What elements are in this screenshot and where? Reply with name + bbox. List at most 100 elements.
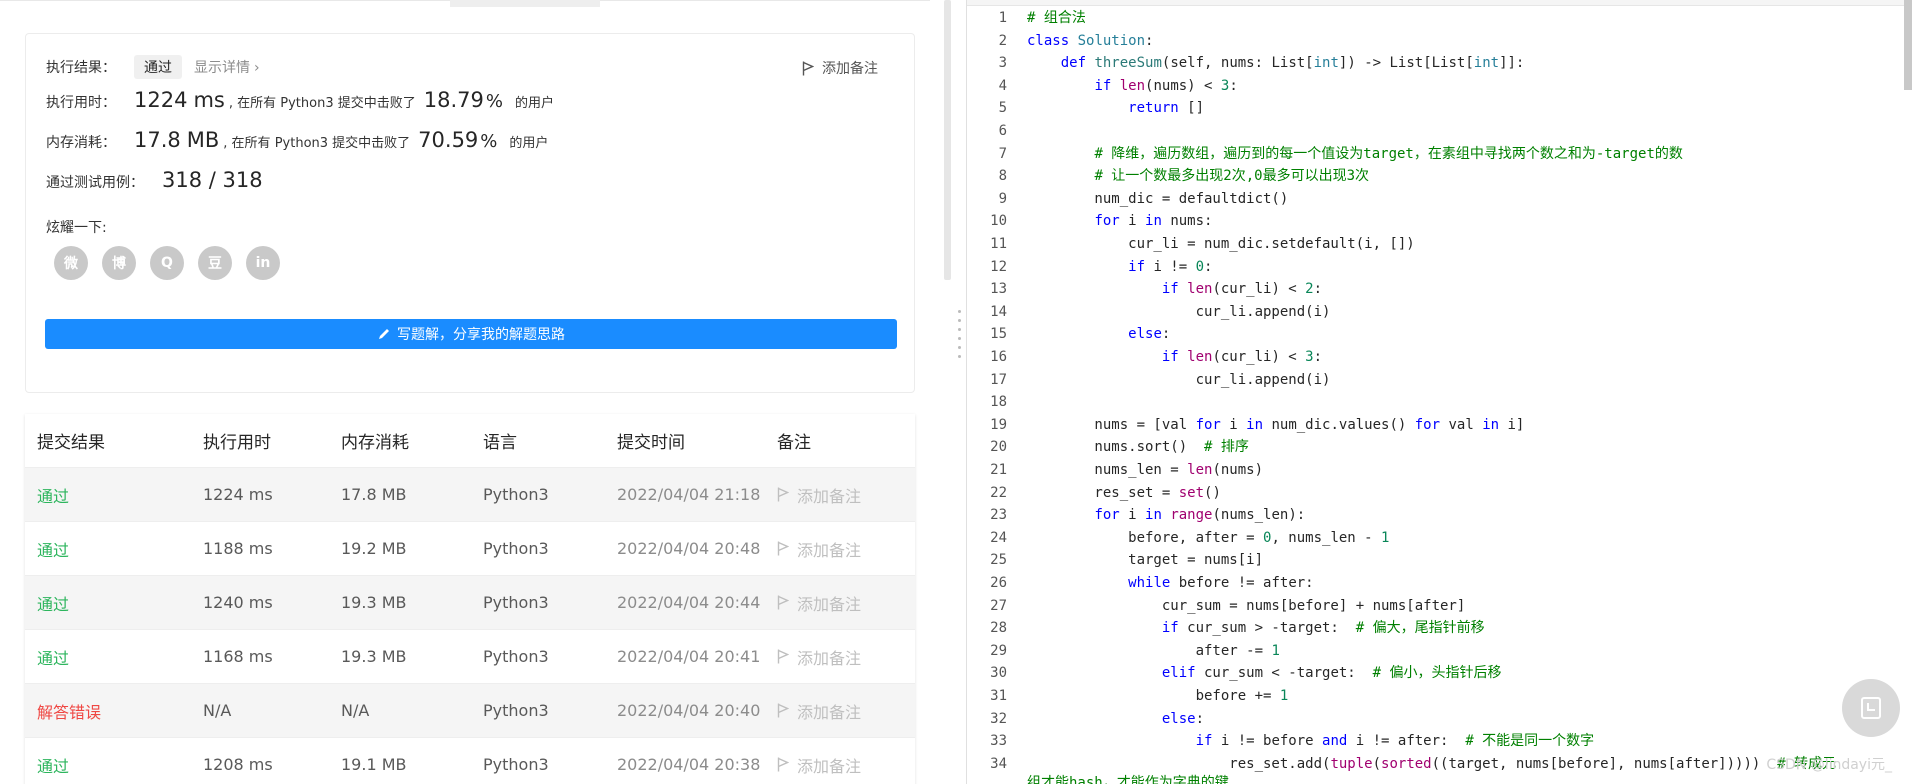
line-number: 4 xyxy=(998,77,1007,94)
code-text: res_set = set() xyxy=(1027,484,1221,501)
code-line[interactable]: 12 if i != 0: xyxy=(967,256,1912,279)
code-line[interactable]: 20 nums.sort() # 排序 xyxy=(967,436,1912,459)
code-text: nums = [val for i in num_dic.values() fo… xyxy=(1027,416,1525,433)
code-line[interactable]: 10 for i in nums: xyxy=(967,210,1912,233)
flag-icon xyxy=(777,541,789,556)
add-note-cell[interactable]: 添加备注 xyxy=(777,483,915,507)
line-number: 20 xyxy=(990,439,1007,456)
code-line[interactable]: 1 # 组合法 xyxy=(967,7,1912,30)
language-cell: Python3 xyxy=(483,647,549,666)
submission-status-link[interactable]: 通过 xyxy=(25,645,203,669)
code-text: cur_li.append(i) xyxy=(1027,371,1331,388)
code-line[interactable]: 29 after -= 1 xyxy=(967,640,1912,663)
flag-icon xyxy=(777,487,789,502)
flag-icon xyxy=(777,757,789,772)
code-line[interactable]: 18 xyxy=(967,391,1912,414)
code-line[interactable]: 30 elif cur_sum < -target: # 偏小，头指针后移 xyxy=(967,662,1912,685)
code-editor[interactable]: 1 # 组合法 2 class Solution: 3 def threeSum(sel… xyxy=(967,0,1912,784)
memory-label: 内存消耗： xyxy=(46,135,116,151)
line-number: 23 xyxy=(990,507,1007,524)
add-note-cell[interactable]: 添加备注 xyxy=(777,645,915,669)
code-text: while before != after: xyxy=(1128,575,1314,591)
code-line[interactable]: 5 return [] xyxy=(967,97,1912,120)
chevron-right-icon[interactable]: › xyxy=(254,60,260,76)
language-cell: Python3 xyxy=(483,701,549,720)
line-number: 14 xyxy=(990,303,1007,320)
code-line[interactable]: 6 xyxy=(967,120,1912,143)
code-line[interactable]: 17 cur_li.append(i) xyxy=(967,369,1912,392)
submit-time-cell: 2022/04/04 20:38 xyxy=(617,755,761,774)
code-line[interactable]: 28 if cur_sum > -target: # 偏大，尾指针前移 xyxy=(967,617,1912,640)
table-row[interactable]: 解答错误 N/A N/A Python3 2022/04/04 20:40 添加备注 xyxy=(25,684,915,738)
add-note-cell[interactable]: 添加备注 xyxy=(777,699,915,723)
submission-status-link[interactable]: 通过 xyxy=(25,753,203,777)
code-text: if cur_sum > -target: # 偏大，尾指针前移 xyxy=(1161,620,1485,637)
memory-cell: 17.8 MB xyxy=(341,485,407,504)
code-line[interactable]: 8 # 让一个数最多出现2次,0最多可以出现3次 xyxy=(967,165,1912,188)
code-line[interactable]: 19 nums = [val for i in num_dic.values()… xyxy=(967,414,1912,437)
table-row[interactable]: 通过 1208 ms 19.1 MB Python3 2022/04/04 20:38 添… xyxy=(25,738,915,784)
add-note-cell[interactable]: 添加备注 xyxy=(777,591,915,615)
code-text: cur_li.append(i) xyxy=(1027,303,1331,320)
code-text: # 降维，遍历数组，遍历到的每一个值设为target，在素组中寻找两个数之和为-… xyxy=(1094,145,1683,162)
editor-scrollbar[interactable] xyxy=(1904,0,1912,90)
tests-label: 通过测试用例： xyxy=(46,175,144,191)
line-number: 27 xyxy=(990,597,1007,614)
code-line[interactable]: 13 if len(cur_li) < 2: xyxy=(967,278,1912,301)
memory-cell: N/A xyxy=(341,701,370,720)
code-line[interactable]: 31 before += 1 xyxy=(967,685,1912,708)
left-scrollbar[interactable] xyxy=(944,0,951,280)
write-solution-button[interactable]: 写题解，分享我的解题思路 xyxy=(45,319,897,349)
code-line[interactable]: 15 else: xyxy=(967,323,1912,346)
qq-icon[interactable]: Q xyxy=(150,246,184,280)
submission-status-link[interactable]: 通过 xyxy=(25,483,203,507)
table-body: 通过 1224 ms 17.8 MB Python3 2022/04/04 21:18 添… xyxy=(25,468,915,784)
code-text: nums_len = len(nums) xyxy=(1027,462,1264,478)
code-line[interactable]: 24 before, after = 0, nums_len - 1 xyxy=(967,527,1912,550)
add-note-label: 添加备注 xyxy=(797,756,862,776)
table-row[interactable]: 通过 1188 ms 19.2 MB Python3 2022/04/04 20:48 添… xyxy=(25,522,915,576)
table-row[interactable]: 通过 1240 ms 19.3 MB Python3 2022/04/04 20:44 添… xyxy=(25,576,915,630)
runtime-row: 执行用时： 1224 ms , 在所有 Python3 提交中击败了 18.79… xyxy=(46,88,554,112)
code-line[interactable]: 25 target = nums[i] xyxy=(967,549,1912,572)
active-tab-indicator[interactable] xyxy=(450,0,600,7)
code-line[interactable]: 2 class Solution: xyxy=(967,30,1912,53)
code-line[interactable]: 7 # 降维，遍历数组，遍历到的每一个值设为target，在素组中寻找两个数之和… xyxy=(967,143,1912,166)
line-number: 29 xyxy=(990,642,1007,659)
line-number: 28 xyxy=(990,620,1007,637)
flag-icon xyxy=(777,703,789,718)
notebook-button[interactable] xyxy=(1842,679,1900,737)
code-text: nums.sort() # 排序 xyxy=(1027,439,1249,456)
code-line[interactable]: 11 cur_li = num_dic.setdefault(i, []) xyxy=(967,233,1912,256)
line-number: 34 xyxy=(990,755,1007,772)
code-line[interactable]: 23 for i in range(nums_len): xyxy=(967,504,1912,527)
add-note-cell[interactable]: 添加备注 xyxy=(777,537,915,561)
line-number: 1 xyxy=(998,10,1007,26)
code-line[interactable]: 14 cur_li.append(i) xyxy=(967,301,1912,324)
submission-status-link[interactable]: 解答错误 xyxy=(25,699,203,723)
linkedin-icon[interactable]: in xyxy=(246,246,280,280)
line-number: 6 xyxy=(998,123,1007,139)
show-details-link[interactable]: 显示详情 xyxy=(194,57,250,77)
code-line[interactable]: 4 if len(nums) < 3: xyxy=(967,75,1912,98)
table-row[interactable]: 通过 1168 ms 19.3 MB Python3 2022/04/04 20:41 添… xyxy=(25,630,915,684)
wechat-icon[interactable]: 微 xyxy=(54,246,88,280)
code-line[interactable]: 22 res_set = set() xyxy=(967,482,1912,505)
code-line[interactable]: 21 nums_len = len(nums) xyxy=(967,459,1912,482)
tests-row: 通过测试用例： 318 / 318 xyxy=(46,168,263,192)
table-row[interactable]: 通过 1224 ms 17.8 MB Python3 2022/04/04 21:18 添… xyxy=(25,468,915,522)
weibo-icon[interactable]: 博 xyxy=(102,246,136,280)
code-line[interactable]: 16 if len(cur_li) < 3: xyxy=(967,346,1912,369)
code-line[interactable]: 9 num_dic = defaultdict() xyxy=(967,188,1912,211)
add-note-button[interactable]: 添加备注 xyxy=(802,58,878,78)
add-note-cell[interactable]: 添加备注 xyxy=(777,753,915,777)
submission-status-link[interactable]: 通过 xyxy=(25,537,203,561)
code-line[interactable]: 3 def threeSum(self, nums: List[int]) ->… xyxy=(967,52,1912,75)
submission-status-link[interactable]: 通过 xyxy=(25,591,203,615)
code-line[interactable]: 32 else: xyxy=(967,708,1912,731)
pane-splitter-handle[interactable] xyxy=(958,310,962,370)
douban-icon[interactable]: 豆 xyxy=(198,246,232,280)
code-line[interactable]: 27 cur_sum = nums[before] + nums[after] xyxy=(967,595,1912,618)
code-line[interactable]: 33 if i != before and i != after: # 不能是同… xyxy=(967,730,1912,753)
code-line[interactable]: 26 while before != after: xyxy=(967,572,1912,595)
